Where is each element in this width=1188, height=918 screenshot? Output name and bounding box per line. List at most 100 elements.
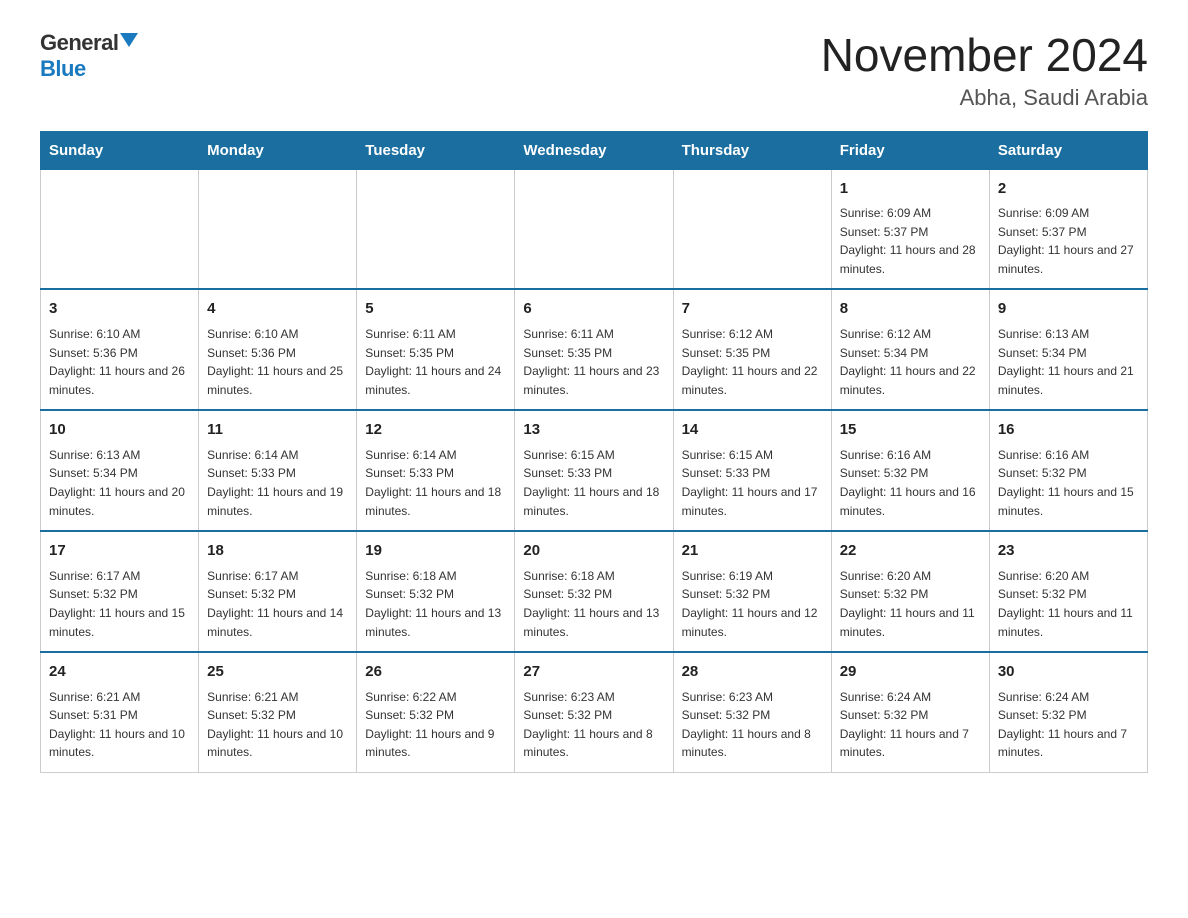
calendar-cell <box>41 169 199 289</box>
day-info: Sunrise: 6:13 AMSunset: 5:34 PMDaylight:… <box>998 325 1139 399</box>
calendar-cell <box>357 169 515 289</box>
day-number: 9 <box>998 298 1139 321</box>
day-number: 12 <box>365 419 506 442</box>
calendar-title-block: November 2024 Abha, Saudi Arabia <box>821 30 1148 111</box>
day-info: Sunrise: 6:11 AMSunset: 5:35 PMDaylight:… <box>365 325 506 399</box>
day-number: 8 <box>840 298 981 321</box>
day-info: Sunrise: 6:09 AMSunset: 5:37 PMDaylight:… <box>998 204 1139 278</box>
day-info: Sunrise: 6:15 AMSunset: 5:33 PMDaylight:… <box>523 446 664 520</box>
day-info: Sunrise: 6:21 AMSunset: 5:31 PMDaylight:… <box>49 688 190 762</box>
day-info: Sunrise: 6:10 AMSunset: 5:36 PMDaylight:… <box>207 325 348 399</box>
weekday-header-tuesday: Tuesday <box>357 131 515 169</box>
day-info: Sunrise: 6:23 AMSunset: 5:32 PMDaylight:… <box>523 688 664 762</box>
calendar-subtitle: Abha, Saudi Arabia <box>821 85 1148 111</box>
calendar-cell: 13Sunrise: 6:15 AMSunset: 5:33 PMDayligh… <box>515 410 673 531</box>
day-info: Sunrise: 6:20 AMSunset: 5:32 PMDaylight:… <box>840 567 981 641</box>
calendar-cell: 14Sunrise: 6:15 AMSunset: 5:33 PMDayligh… <box>673 410 831 531</box>
day-number: 19 <box>365 540 506 563</box>
calendar-cell: 23 Sunrise: 6:20 AMSunset: 5:32 PMDayligh… <box>989 531 1147 652</box>
calendar-cell: 3 Sunrise: 6:10 AMSunset: 5:36 PMDaylight… <box>41 289 199 410</box>
day-info: Sunrise: 6:24 AMSunset: 5:32 PMDaylight:… <box>998 688 1139 762</box>
day-info: Sunrise: 6:11 AMSunset: 5:35 PMDaylight:… <box>523 325 664 399</box>
page-header: General Blue November 2024 Abha, Saudi A… <box>40 30 1148 111</box>
day-number: 5 <box>365 298 506 321</box>
day-number: 24 <box>49 661 190 684</box>
calendar-cell: 7 Sunrise: 6:12 AMSunset: 5:35 PMDaylight… <box>673 289 831 410</box>
calendar-cell: 29 Sunrise: 6:24 AMSunset: 5:32 PMDayligh… <box>831 652 989 772</box>
calendar-cell <box>515 169 673 289</box>
day-number: 22 <box>840 540 981 563</box>
day-info: Sunrise: 6:12 AMSunset: 5:35 PMDaylight:… <box>682 325 823 399</box>
calendar-cell: 1 Sunrise: 6:09 AMSunset: 5:37 PMDaylight… <box>831 169 989 289</box>
day-info: Sunrise: 6:17 AMSunset: 5:32 PMDaylight:… <box>49 567 190 641</box>
day-number: 26 <box>365 661 506 684</box>
day-number: 7 <box>682 298 823 321</box>
calendar-week-row: 17 Sunrise: 6:17 AMSunset: 5:32 PMDayligh… <box>41 531 1148 652</box>
logo-triangle-icon <box>120 33 138 47</box>
day-number: 11 <box>207 419 348 442</box>
day-number: 6 <box>523 298 664 321</box>
day-info: Sunrise: 6:14 AMSunset: 5:33 PMDaylight:… <box>207 446 348 520</box>
calendar-cell: 24 Sunrise: 6:21 AMSunset: 5:31 PMDayligh… <box>41 652 199 772</box>
weekday-header-wednesday: Wednesday <box>515 131 673 169</box>
day-number: 17 <box>49 540 190 563</box>
day-info: Sunrise: 6:10 AMSunset: 5:36 PMDaylight:… <box>49 325 190 399</box>
day-info: Sunrise: 6:24 AMSunset: 5:32 PMDaylight:… <box>840 688 981 762</box>
day-info: Sunrise: 6:18 AMSunset: 5:32 PMDaylight:… <box>523 567 664 641</box>
logo: General Blue <box>40 30 138 82</box>
calendar-cell: 2Sunrise: 6:09 AMSunset: 5:37 PMDaylight… <box>989 169 1147 289</box>
day-info: Sunrise: 6:21 AMSunset: 5:32 PMDaylight:… <box>207 688 348 762</box>
calendar-cell: 11 Sunrise: 6:14 AMSunset: 5:33 PMDayligh… <box>199 410 357 531</box>
day-number: 3 <box>49 298 190 321</box>
weekday-header-thursday: Thursday <box>673 131 831 169</box>
calendar-cell: 15Sunrise: 6:16 AMSunset: 5:32 PMDayligh… <box>831 410 989 531</box>
day-number: 29 <box>840 661 981 684</box>
day-number: 28 <box>682 661 823 684</box>
calendar-cell: 18Sunrise: 6:17 AMSunset: 5:32 PMDayligh… <box>199 531 357 652</box>
day-info: Sunrise: 6:20 AMSunset: 5:32 PMDaylight:… <box>998 567 1139 641</box>
weekday-header-sunday: Sunday <box>41 131 199 169</box>
day-number: 1 <box>840 178 981 201</box>
day-info: Sunrise: 6:12 AMSunset: 5:34 PMDaylight:… <box>840 325 981 399</box>
day-info: Sunrise: 6:13 AMSunset: 5:34 PMDaylight:… <box>49 446 190 520</box>
calendar-cell: 27Sunrise: 6:23 AMSunset: 5:32 PMDayligh… <box>515 652 673 772</box>
calendar-cell <box>673 169 831 289</box>
day-info: Sunrise: 6:14 AMSunset: 5:33 PMDaylight:… <box>365 446 506 520</box>
calendar-cell: 6 Sunrise: 6:11 AMSunset: 5:35 PMDaylight… <box>515 289 673 410</box>
calendar-table: SundayMondayTuesdayWednesdayThursdayFrid… <box>40 131 1148 773</box>
day-number: 10 <box>49 419 190 442</box>
calendar-cell: 8 Sunrise: 6:12 AMSunset: 5:34 PMDaylight… <box>831 289 989 410</box>
day-info: Sunrise: 6:16 AMSunset: 5:32 PMDaylight:… <box>840 446 981 520</box>
calendar-cell: 5 Sunrise: 6:11 AMSunset: 5:35 PMDaylight… <box>357 289 515 410</box>
weekday-header-monday: Monday <box>199 131 357 169</box>
calendar-week-row: 24 Sunrise: 6:21 AMSunset: 5:31 PMDayligh… <box>41 652 1148 772</box>
logo-blue-text: Blue <box>40 56 86 82</box>
calendar-cell: 4 Sunrise: 6:10 AMSunset: 5:36 PMDaylight… <box>199 289 357 410</box>
logo-general-text: General <box>40 30 118 56</box>
calendar-cell: 30 Sunrise: 6:24 AMSunset: 5:32 PMDayligh… <box>989 652 1147 772</box>
calendar-cell: 19 Sunrise: 6:18 AMSunset: 5:32 PMDayligh… <box>357 531 515 652</box>
day-info: Sunrise: 6:18 AMSunset: 5:32 PMDaylight:… <box>365 567 506 641</box>
calendar-cell: 17 Sunrise: 6:17 AMSunset: 5:32 PMDayligh… <box>41 531 199 652</box>
calendar-cell: 28 Sunrise: 6:23 AMSunset: 5:32 PMDayligh… <box>673 652 831 772</box>
calendar-cell: 20Sunrise: 6:18 AMSunset: 5:32 PMDayligh… <box>515 531 673 652</box>
calendar-week-row: 10 Sunrise: 6:13 AMSunset: 5:34 PMDayligh… <box>41 410 1148 531</box>
calendar-cell: 26 Sunrise: 6:22 AMSunset: 5:32 PMDayligh… <box>357 652 515 772</box>
day-number: 23 <box>998 540 1139 563</box>
day-number: 14 <box>682 419 823 442</box>
day-info: Sunrise: 6:09 AMSunset: 5:37 PMDaylight:… <box>840 204 981 278</box>
day-number: 4 <box>207 298 348 321</box>
day-number: 30 <box>998 661 1139 684</box>
calendar-cell: 10 Sunrise: 6:13 AMSunset: 5:34 PMDayligh… <box>41 410 199 531</box>
calendar-cell <box>199 169 357 289</box>
calendar-header-row: SundayMondayTuesdayWednesdayThursdayFrid… <box>41 131 1148 169</box>
day-number: 25 <box>207 661 348 684</box>
weekday-header-friday: Friday <box>831 131 989 169</box>
day-info: Sunrise: 6:16 AMSunset: 5:32 PMDaylight:… <box>998 446 1139 520</box>
day-info: Sunrise: 6:19 AMSunset: 5:32 PMDaylight:… <box>682 567 823 641</box>
day-info: Sunrise: 6:23 AMSunset: 5:32 PMDaylight:… <box>682 688 823 762</box>
day-info: Sunrise: 6:22 AMSunset: 5:32 PMDaylight:… <box>365 688 506 762</box>
day-number: 16 <box>998 419 1139 442</box>
calendar-cell: 9 Sunrise: 6:13 AMSunset: 5:34 PMDaylight… <box>989 289 1147 410</box>
day-number: 18 <box>207 540 348 563</box>
